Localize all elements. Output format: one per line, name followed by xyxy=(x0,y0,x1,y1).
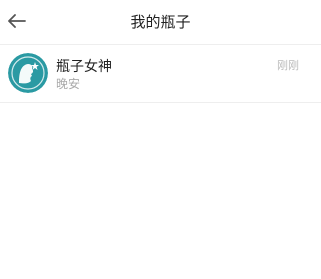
page-title: 我的瓶子 xyxy=(130,13,191,31)
top-bar: 我的瓶子 xyxy=(0,0,321,45)
list-item[interactable]: 瓶子女神 晚安 刚刚 xyxy=(0,45,321,103)
avatar xyxy=(8,53,48,93)
silhouette-with-star-avatar xyxy=(8,53,48,93)
message-time: 刚刚 xyxy=(277,59,299,72)
message-preview: 晚安 xyxy=(56,77,81,91)
bottle-list: 瓶子女神 晚安 刚刚 xyxy=(0,45,321,103)
contact-name: 瓶子女神 xyxy=(56,59,112,75)
